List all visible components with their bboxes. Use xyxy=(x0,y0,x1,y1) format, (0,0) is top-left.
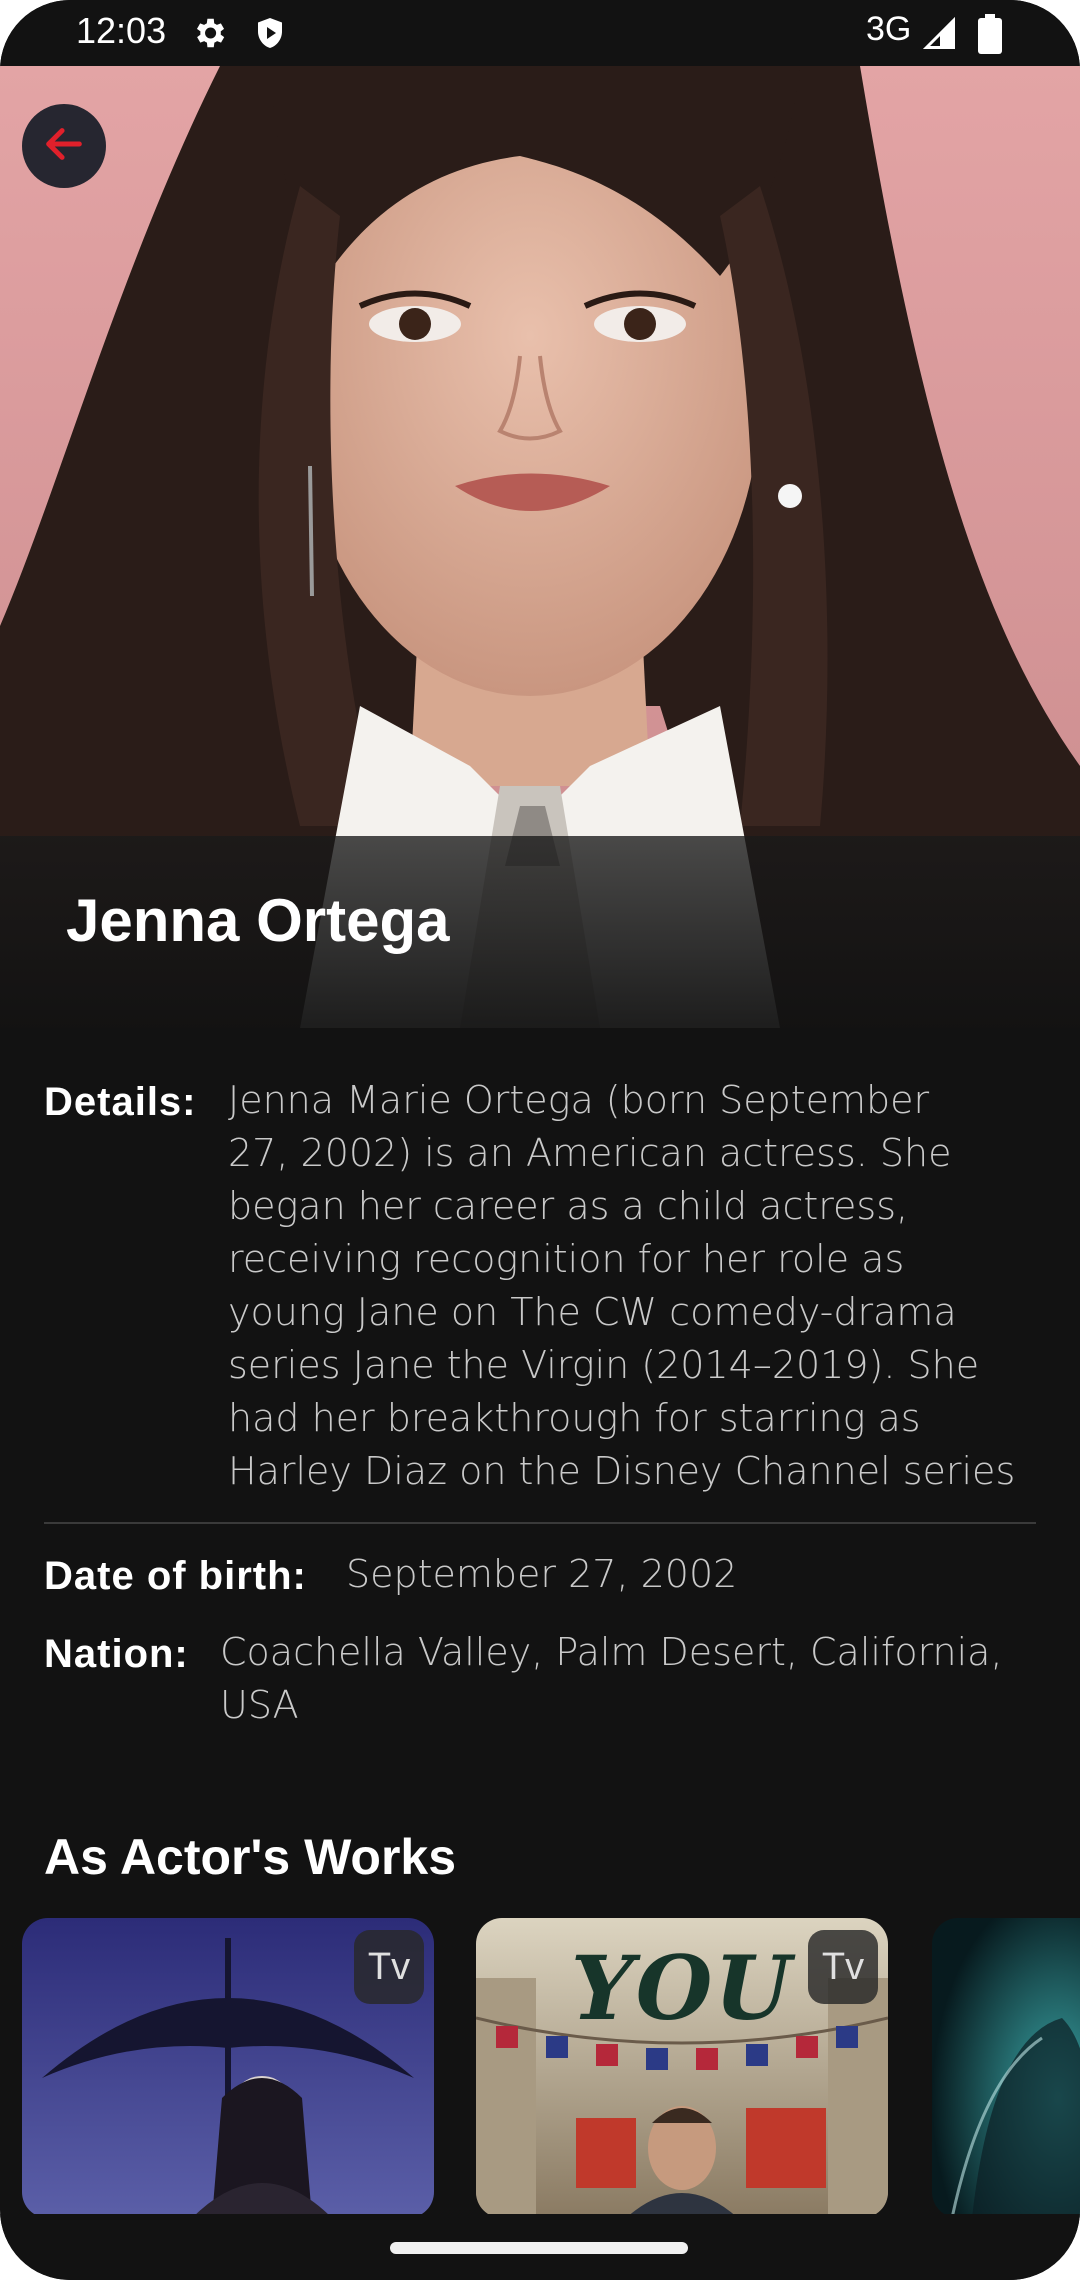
details-line: young Jane on The CW comedy-drama xyxy=(228,1290,957,1334)
network-type: 3G xyxy=(866,10,912,48)
details-line: receiving recognition for her role as xyxy=(228,1237,905,1281)
details-line: series Jane the Virgin (2014–2019). She xyxy=(228,1343,980,1387)
work-card[interactable]: YOU Tv xyxy=(476,1918,888,2218)
tv-badge: Tv xyxy=(808,1930,878,2004)
work-card[interactable] xyxy=(932,1918,1080,2218)
gesture-nav-bar xyxy=(0,2214,1080,2280)
status-bar: 12:03 3G xyxy=(0,0,1080,66)
nation-line: USA xyxy=(220,1683,299,1727)
app-screen: 12:03 3G Jenna Ortega Details: Jenna Mar… xyxy=(0,0,1080,2280)
status-time: 12:03 xyxy=(76,10,167,51)
gear-icon xyxy=(190,14,228,56)
details-label: Details: xyxy=(44,1080,197,1124)
details-line: had her breakthrough for starring as xyxy=(228,1396,921,1440)
works-title: As Actor's Works xyxy=(44,1829,457,1885)
details-line: began her career as a child actress, xyxy=(228,1184,909,1228)
details-line: 27, 2002) is an American actress. She xyxy=(228,1131,952,1175)
battery-icon xyxy=(978,14,1002,58)
poster-partial xyxy=(932,1918,1080,2218)
nation-label: Nation: xyxy=(44,1632,189,1676)
details-line: Harley Diaz on the Disney Channel series xyxy=(228,1449,1016,1493)
section-divider xyxy=(44,1522,1036,1524)
nation-value: Coachella Valley, Palm Desert, Californi… xyxy=(220,1626,1040,1732)
nation-line: Coachella Valley, Palm Desert, Californi… xyxy=(220,1630,1003,1674)
details-line: Jenna Marie Ortega (born September xyxy=(228,1078,930,1122)
birth-label: Date of birth: xyxy=(44,1554,307,1598)
signal-icon xyxy=(922,16,958,56)
actor-name: Jenna Ortega xyxy=(66,887,450,954)
home-handle[interactable] xyxy=(390,2242,688,2254)
tv-badge: Tv xyxy=(354,1930,424,2004)
back-button[interactable] xyxy=(22,104,106,188)
birth-value: September 27, 2002 xyxy=(346,1552,738,1596)
details-text: Jenna Marie Ortega (born September 27, 2… xyxy=(228,1074,1048,1498)
play-protect-icon xyxy=(252,14,288,56)
actor-hero-image: Jenna Ortega xyxy=(0,66,1080,1028)
arrow-left-icon xyxy=(41,121,87,171)
work-card[interactable]: Tv xyxy=(22,1918,434,2218)
